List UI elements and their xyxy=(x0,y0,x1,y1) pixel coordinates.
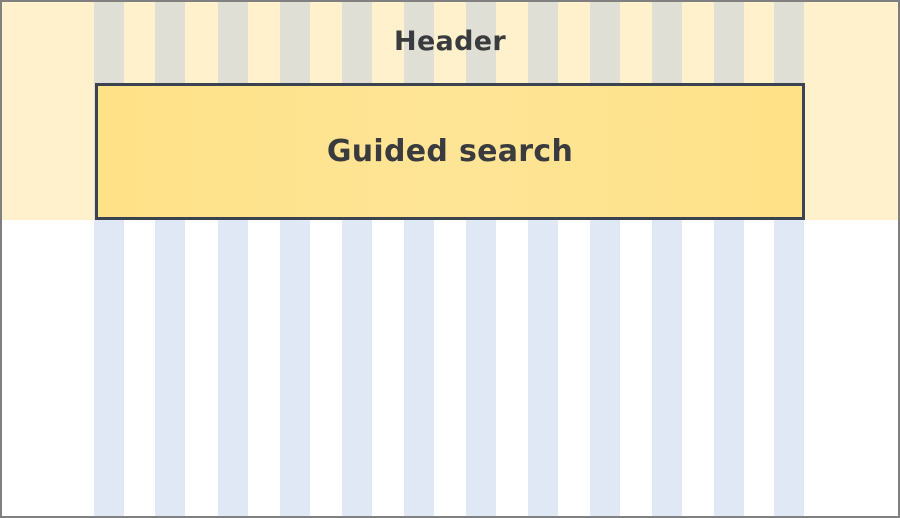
layout-diagram: Header Guided search xyxy=(0,0,900,518)
header-label: Header xyxy=(394,26,506,57)
grid-column xyxy=(590,2,620,516)
grid-column xyxy=(94,2,124,516)
grid-column xyxy=(280,2,310,516)
grid-column xyxy=(528,2,558,516)
grid-column xyxy=(155,2,185,516)
guided-search-label: Guided search xyxy=(326,134,574,169)
grid-column xyxy=(404,2,434,516)
grid-column xyxy=(466,2,496,516)
grid-column xyxy=(774,2,804,516)
guided-search-box: Guided search xyxy=(95,83,805,220)
grid-columns xyxy=(2,2,898,516)
grid-column xyxy=(652,2,682,516)
grid-column xyxy=(714,2,744,516)
grid-column xyxy=(218,2,248,516)
grid-column xyxy=(342,2,372,516)
